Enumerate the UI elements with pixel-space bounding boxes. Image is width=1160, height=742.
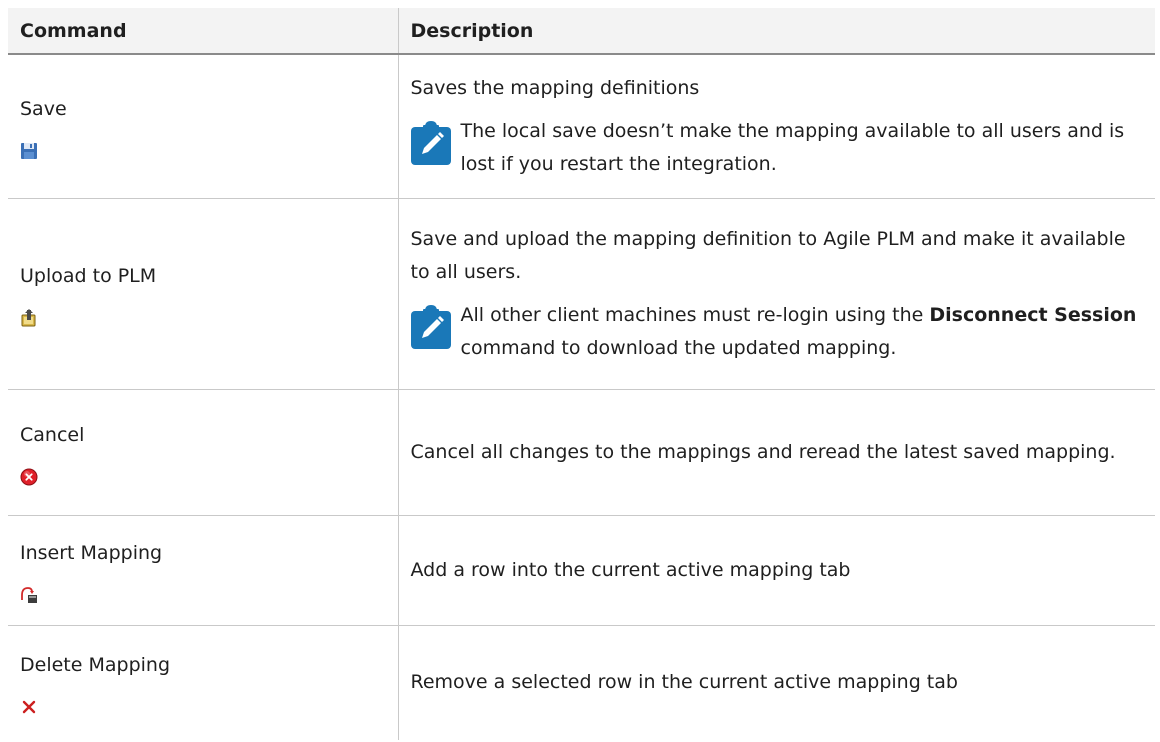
- description-cell: Save and upload the mapping definition t…: [397, 197, 1155, 390]
- description-cell: Add a row into the current active mappin…: [397, 514, 1155, 626]
- description-cell: Remove a selected row in the current act…: [397, 624, 1155, 740]
- note-text: The local save doesn’t make the mapping …: [460, 119, 1125, 175]
- table-row: Insert Mapping Add a row into the curren…: [8, 514, 1155, 626]
- command-label: Delete Mapping: [20, 654, 171, 677]
- table-header-row: Command Description: [8, 8, 1155, 55]
- column-header-description: Description: [397, 8, 1155, 55]
- note-text-post: command to download the updated mapping.: [460, 336, 897, 359]
- note-pencil-icon: [410, 304, 451, 349]
- table-row: Cancel Cancel all changes to the mapping…: [8, 388, 1155, 516]
- description-text: Cancel all changes to the mappings and r…: [410, 440, 1116, 463]
- note-text-pre: All other client machines must re-login …: [460, 303, 930, 326]
- description-cell: Cancel all changes to the mappings and r…: [397, 388, 1155, 516]
- note-bold-command: Disconnect Session: [929, 303, 1137, 326]
- note-callout: All other client machines must re-login …: [410, 299, 1144, 365]
- command-label: Upload to PLM: [20, 265, 157, 287]
- command-label: Cancel: [20, 423, 85, 446]
- table-row: Delete Mapping Remove a selected row in …: [8, 624, 1155, 740]
- description-cell: Saves the mapping definitions The local …: [397, 53, 1155, 199]
- table-row: Save Saves the mapping definitions The l…: [8, 53, 1155, 199]
- command-label: Save: [20, 97, 67, 120]
- command-cell: Save: [8, 53, 399, 199]
- note-pencil-icon: [410, 120, 451, 165]
- note-text: All other client machines must re-login …: [461, 299, 1144, 365]
- description-text: Save and upload the mapping definition t…: [410, 227, 1126, 283]
- column-header-command: Command: [8, 8, 399, 55]
- command-cell: Insert Mapping: [8, 514, 399, 626]
- save-floppy-icon: [21, 142, 37, 159]
- upload-plm-icon: [21, 309, 36, 327]
- description-text: Saves the mapping definitions: [410, 76, 700, 99]
- note-callout: The local save doesn’t make the mapping …: [410, 115, 1144, 181]
- command-cell: Upload to PLM: [8, 197, 399, 390]
- command-cell: Cancel: [8, 388, 399, 516]
- command-label: Insert Mapping: [20, 541, 163, 564]
- delete-icon: [22, 701, 36, 714]
- insert-mapping-icon: [21, 586, 37, 603]
- command-cell: Delete Mapping: [8, 624, 399, 740]
- commands-table: Command Description Save Saves the mappi…: [8, 8, 1155, 740]
- description-text: Remove a selected row in the current act…: [410, 671, 958, 694]
- description-text: Add a row into the current active mappin…: [410, 558, 851, 581]
- cancel-icon: [20, 468, 38, 485]
- table-row: Upload to PLM Save and upload the mappin…: [8, 197, 1155, 390]
